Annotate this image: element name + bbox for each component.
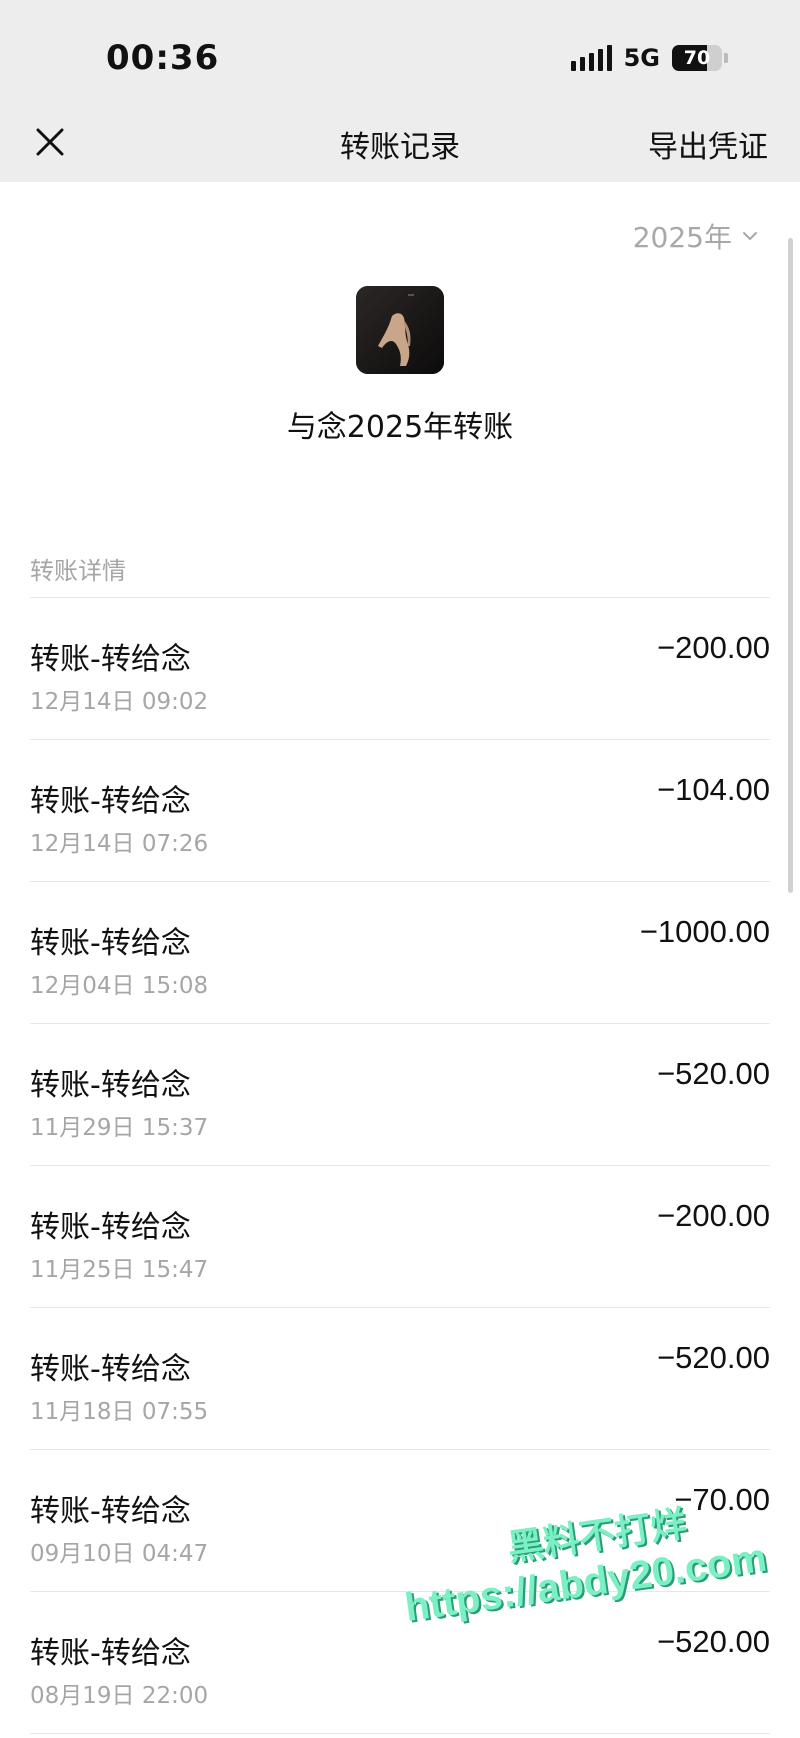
chevron-down-icon <box>743 232 757 241</box>
status-time: 00:36 <box>106 38 220 78</box>
transaction-time: 11月25日 15:47 <box>30 1257 209 1283</box>
transaction-item[interactable]: 转账-转给念 12月14日 07:26 −104.00 <box>30 740 770 882</box>
transaction-amount: −70.00 <box>674 1482 770 1517</box>
status-indicators: 5G 70 <box>570 40 728 76</box>
transaction-item[interactable]: 转账-转给念 11月25日 15:47 −200.00 <box>30 1166 770 1308</box>
transaction-amount: −200.00 <box>657 630 770 665</box>
transaction-time: 12月14日 07:26 <box>30 831 209 857</box>
transaction-item[interactable]: 转账-转给念 12月04日 15:08 −1000.00 <box>30 882 770 1024</box>
transaction-title: 转账-转给念 <box>30 1210 191 1245</box>
transaction-time: 12月04日 15:08 <box>30 973 209 999</box>
scrollbar[interactable] <box>788 238 793 893</box>
transaction-title: 转账-转给念 <box>30 1494 191 1529</box>
close-button[interactable] <box>30 122 70 162</box>
transaction-title: 转账-转给念 <box>30 1636 191 1671</box>
transaction-title: 转账-转给念 <box>30 1068 191 1103</box>
transaction-amount: −1000.00 <box>639 914 770 949</box>
summary-title: 与念2025年转账 <box>286 410 514 445</box>
transaction-list: 转账-转给念 12月14日 09:02 −200.00 转账-转给念 12月14… <box>30 597 770 1734</box>
battery-icon: 70 <box>672 45 722 71</box>
transaction-amount: −104.00 <box>657 772 770 807</box>
transaction-title: 转账-转给念 <box>30 642 191 677</box>
transaction-amount: −520.00 <box>657 1624 770 1659</box>
transaction-item[interactable]: 转账-转给念 11月29日 15:37 −520.00 <box>30 1024 770 1166</box>
transaction-time: 11月29日 15:37 <box>30 1115 209 1141</box>
battery-level: 70 <box>683 47 711 69</box>
signal-icon <box>570 45 612 71</box>
transaction-amount: −200.00 <box>657 1198 770 1233</box>
section-title: 转账详情 <box>30 557 126 585</box>
contact-avatar[interactable] <box>356 286 444 374</box>
transaction-amount: −520.00 <box>657 1340 770 1375</box>
year-selector[interactable]: 2025年 <box>633 216 758 256</box>
year-label: 2025年 <box>632 221 732 254</box>
top-bar: 00:36 5G 70 转账记录 导出凭证 <box>0 0 800 182</box>
transaction-item[interactable]: 转账-转给念 12月14日 09:02 −200.00 <box>30 598 770 740</box>
transaction-time: 09月10日 04:47 <box>30 1541 209 1567</box>
transaction-item[interactable]: 转账-转给念 11月18日 07:55 −520.00 <box>30 1308 770 1450</box>
transaction-title: 转账-转给念 <box>30 784 191 819</box>
export-voucher-button[interactable]: 导出凭证 <box>648 122 768 166</box>
transaction-time: 08月19日 22:00 <box>30 1683 209 1709</box>
transaction-amount: −520.00 <box>657 1056 770 1091</box>
transaction-title: 转账-转给念 <box>30 926 191 961</box>
transaction-time: 12月14日 09:02 <box>30 689 209 715</box>
transaction-title: 转账-转给念 <box>30 1352 191 1387</box>
network-type: 5G <box>623 44 660 72</box>
transaction-time: 11月18日 07:55 <box>30 1399 209 1425</box>
close-icon <box>36 128 64 156</box>
transaction-item[interactable]: 转账-转给念 08月19日 22:00 −520.00 <box>30 1592 770 1734</box>
transaction-item[interactable]: 转账-转给念 09月10日 04:47 −70.00 <box>30 1450 770 1592</box>
